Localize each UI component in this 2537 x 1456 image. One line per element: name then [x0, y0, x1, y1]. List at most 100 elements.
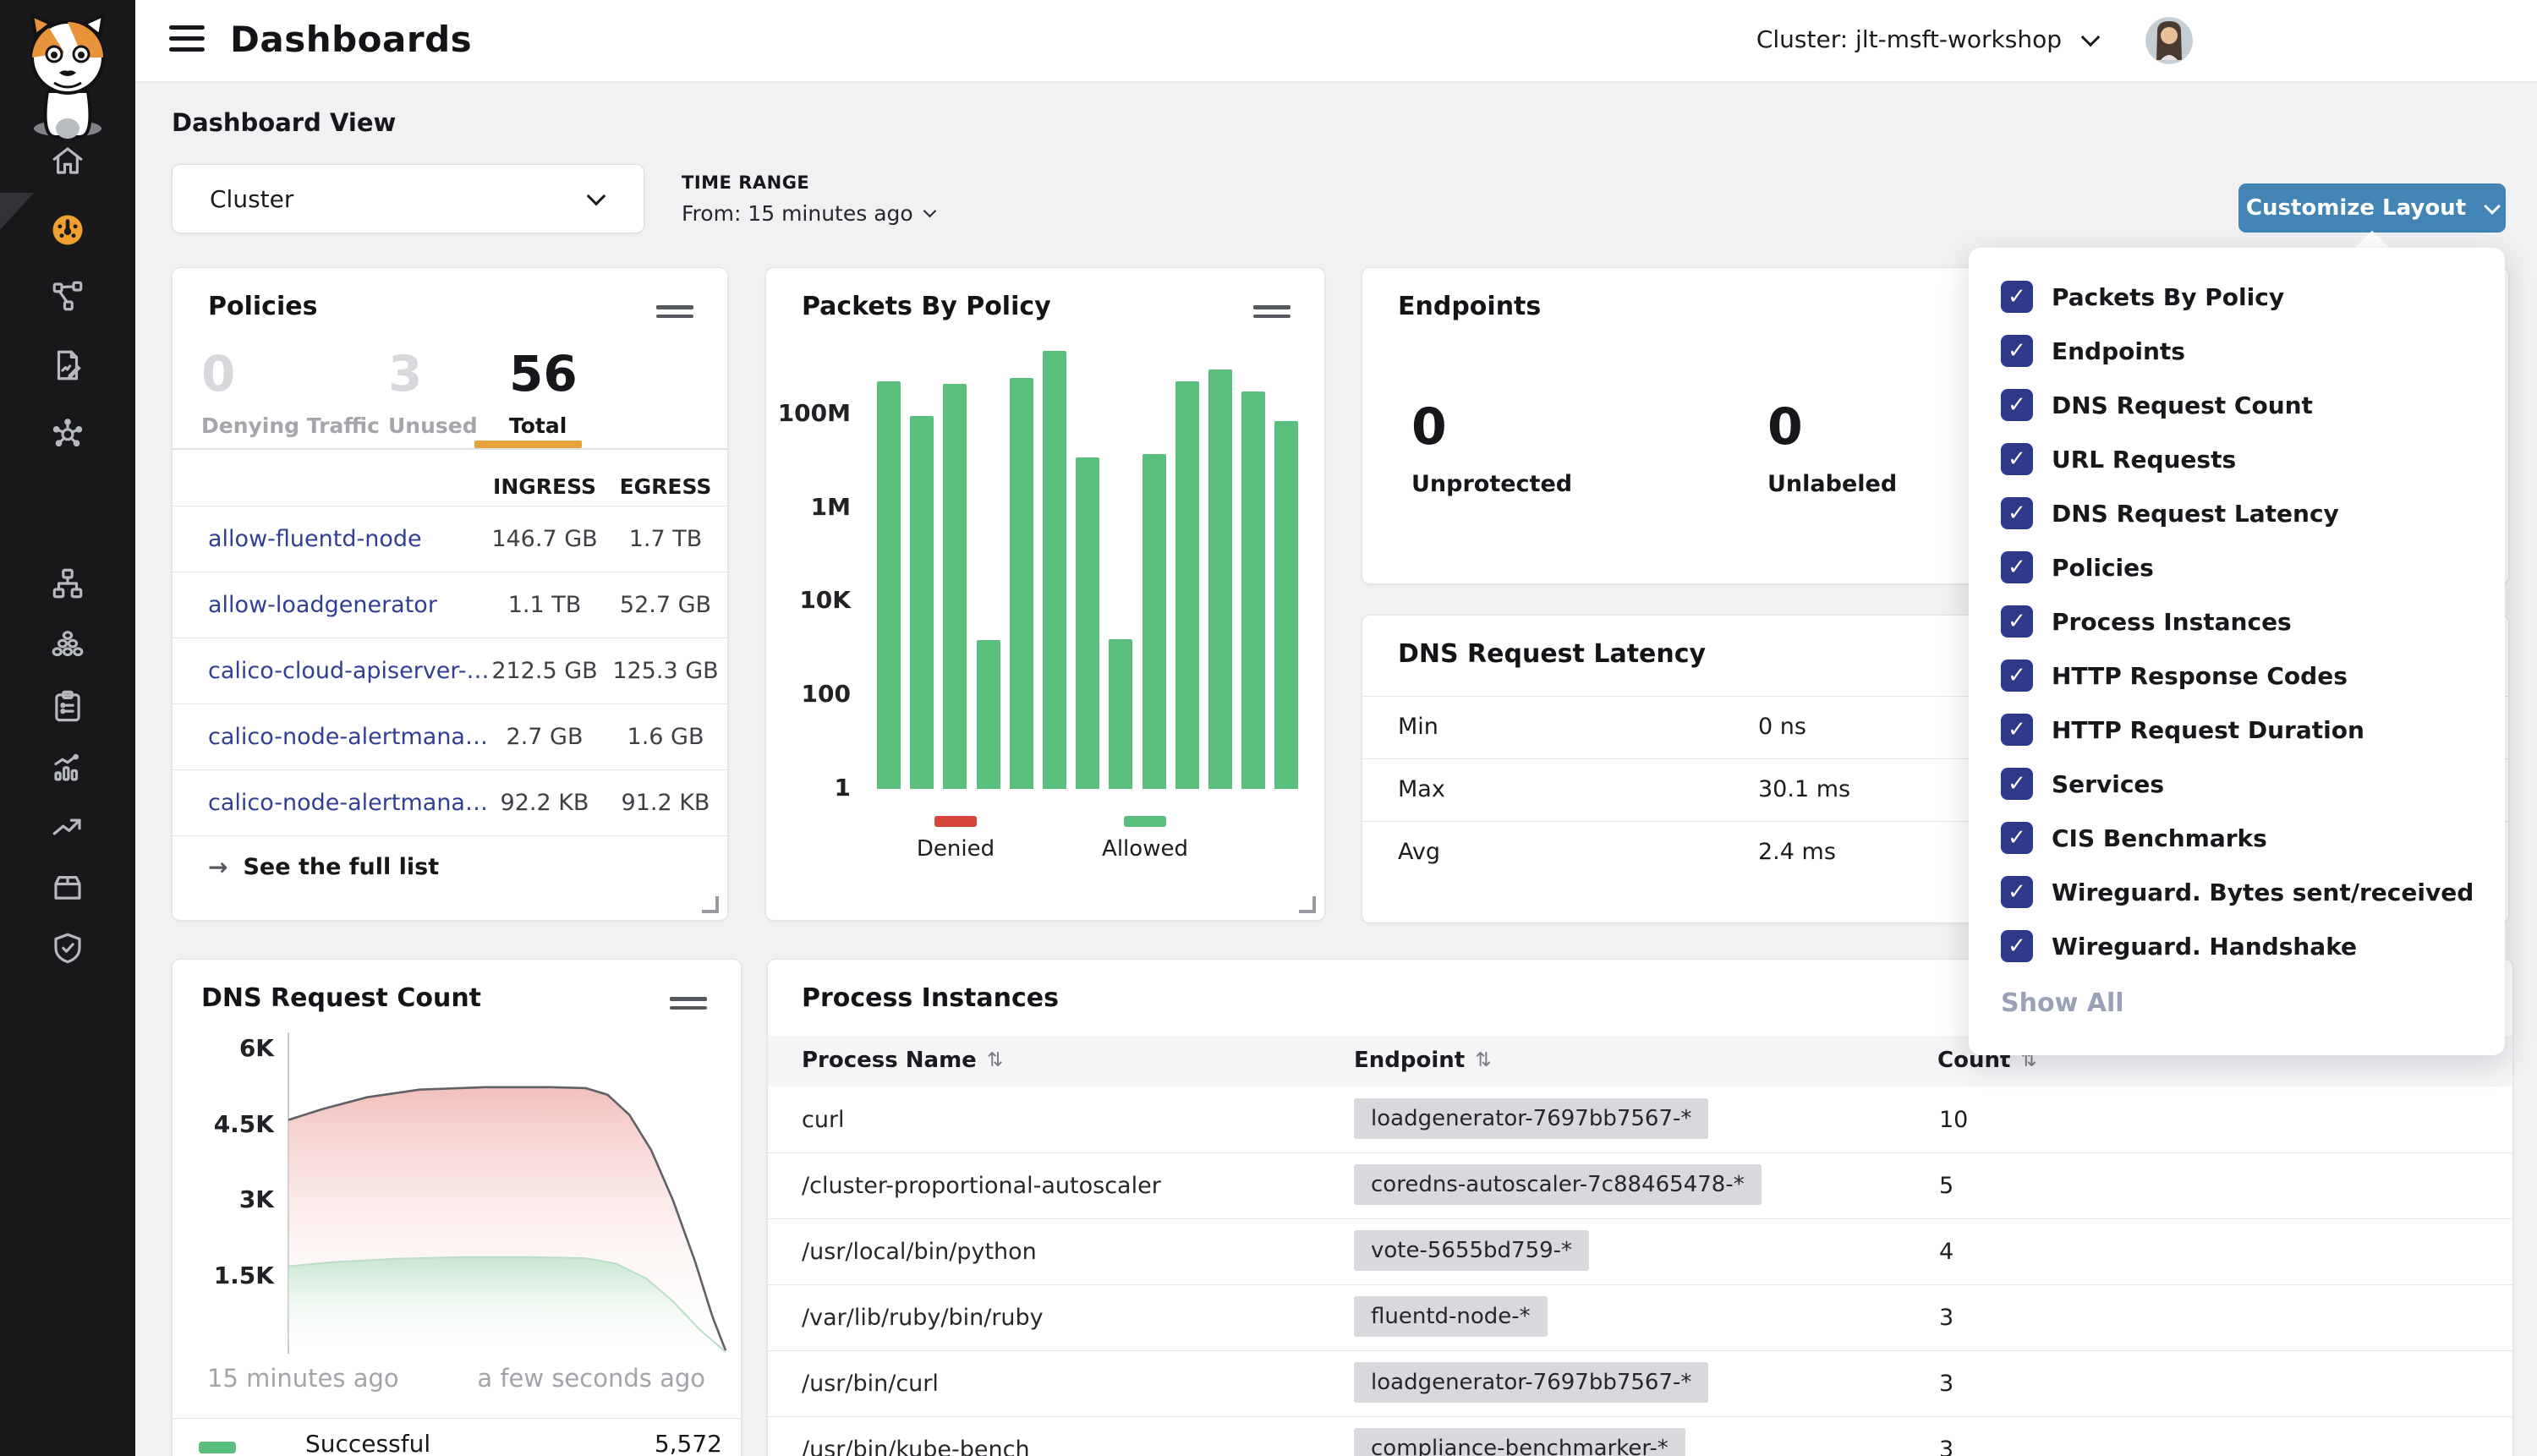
endpoint-chip[interactable]: coredns-autoscaler-7c88465478-* [1354, 1164, 1762, 1205]
policy-row: calico-node-alertmana… 2.7 GB 1.6 GB [173, 703, 727, 770]
dropdown-item-wireguard-bytes[interactable]: ✓ Wireguard. Bytes sent/received [1969, 865, 2505, 919]
checkbox-checked-icon[interactable]: ✓ [2001, 443, 2033, 475]
policy-link[interactable]: calico-node-alertmana… [208, 790, 488, 816]
dropdown-item-url-requests[interactable]: ✓ URL Requests [1969, 432, 2505, 486]
dropdown-item-dns-request-count[interactable]: ✓ DNS Request Count [1969, 378, 2505, 432]
ingress-value: 92.2 KB [477, 790, 612, 816]
endpoint-chip[interactable]: fluentd-node-* [1354, 1296, 1548, 1337]
bar [910, 416, 934, 789]
dropdown-item-http-response-codes[interactable]: ✓ HTTP Response Codes [1969, 649, 2505, 703]
ingress-value: 1.1 TB [477, 592, 612, 618]
time-range: TIME RANGE From: 15 minutes ago [682, 172, 934, 226]
endpoint-chip[interactable]: vote-5655bd759-* [1354, 1230, 1589, 1271]
dropdown-item-dns-request-latency[interactable]: ✓ DNS Request Latency [1969, 486, 2505, 540]
endpoint-chip[interactable]: loadgenerator-7697bb7567-* [1354, 1098, 1708, 1139]
time-range-from[interactable]: From: 15 minutes ago [682, 201, 934, 226]
column-header-process-name[interactable]: Process Name ⇅ [802, 1048, 1003, 1073]
dropdown-item-policies[interactable]: ✓ Policies [1969, 540, 2505, 594]
checkbox-checked-icon[interactable]: ✓ [2001, 335, 2033, 367]
table-row: /usr/bin/kube-bench compliance-benchmark… [768, 1416, 2512, 1456]
show-all-link[interactable]: Show All [2001, 988, 2124, 1018]
policy-link[interactable]: allow-loadgenerator [208, 592, 437, 618]
section-title: Dashboard View [172, 108, 396, 137]
dns-legend-row[interactable]: Successful 5,572 [173, 1430, 741, 1456]
policy-link[interactable]: calico-cloud-apiserver-… [208, 658, 490, 684]
dropdown-item-packets-by-policy[interactable]: ✓ Packets By Policy [1969, 270, 2505, 324]
dropdown-item-wireguard-handshake[interactable]: ✓ Wireguard. Handshake [1969, 919, 2505, 973]
tab-total[interactable]: 56 Total [509, 349, 578, 438]
resize-handle-icon[interactable] [1299, 896, 1316, 913]
sidebar-item-threat-defense[interactable] [0, 917, 135, 978]
bar [977, 640, 1000, 789]
checkbox-checked-icon[interactable]: ✓ [2001, 605, 2033, 638]
checkbox-checked-icon[interactable]: ✓ [2001, 389, 2033, 421]
column-header-egress[interactable]: EGRESS [598, 474, 733, 499]
hamburger-menu-icon[interactable] [169, 25, 205, 56]
see-full-list-link[interactable]: → See the full list [208, 853, 439, 881]
ingress-value: 2.7 GB [477, 724, 612, 750]
process-card-title: Process Instances [802, 983, 1059, 1013]
endpoint-chip[interactable]: compliance-benchmarker-* [1354, 1428, 1685, 1456]
dropdown-item-label: Packets By Policy [2052, 283, 2284, 311]
bar [1208, 369, 1232, 789]
checkbox-checked-icon[interactable]: ✓ [2001, 822, 2033, 854]
y-tick-label: 4.5K [181, 1110, 274, 1138]
service-graph-icon [50, 278, 85, 314]
sidebar-item-network[interactable] [0, 402, 135, 463]
sidebar-item-home[interactable] [0, 130, 135, 191]
process-name: /usr/bin/kube-bench [802, 1437, 1030, 1456]
checkbox-checked-icon[interactable]: ✓ [2001, 497, 2033, 529]
sort-icon[interactable]: ⇅ [987, 1049, 1003, 1071]
egress-value: 91.2 KB [598, 790, 733, 816]
dropdown-item-http-request-duration[interactable]: ✓ HTTP Request Duration [1969, 703, 2505, 757]
dropdown-item-process-instances[interactable]: ✓ Process Instances [1969, 594, 2505, 649]
column-header-endpoint[interactable]: Endpoint ⇅ [1354, 1048, 1492, 1073]
drag-handle-icon[interactable] [656, 305, 693, 319]
tab-unused[interactable]: 3 Unused [388, 349, 478, 438]
tab-value: 0 [201, 349, 380, 398]
endpoint-chip[interactable]: loadgenerator-7697bb7567-* [1354, 1362, 1708, 1403]
policy-link[interactable]: allow-fluentd-node [208, 526, 422, 552]
x-axis-start-label: 15 minutes ago [207, 1364, 399, 1393]
checkbox-checked-icon[interactable]: ✓ [2001, 714, 2033, 746]
dns-request-count-card: DNS Request Count 6K4.5K3K1.5K 15 minute… [172, 959, 742, 1456]
sidebar-item-policies[interactable] [0, 335, 135, 396]
legend-successful-swatch [199, 1442, 236, 1453]
customize-layout-button[interactable]: Customize Layout [2238, 183, 2506, 233]
resize-handle-icon[interactable] [702, 896, 719, 913]
dropdown-item-label: CIS Benchmarks [2052, 824, 2267, 852]
checkbox-checked-icon[interactable]: ✓ [2001, 768, 2033, 800]
dropdown-item-cis-benchmarks[interactable]: ✓ CIS Benchmarks [1969, 811, 2505, 865]
sidebar-item-compliance[interactable] [0, 676, 135, 736]
sort-icon[interactable]: ⇅ [1475, 1049, 1491, 1071]
calico-cat-logo[interactable] [15, 10, 120, 144]
cluster-switcher[interactable]: Cluster: jlt-msft-workshop [1756, 25, 2097, 53]
tab-value: 56 [509, 349, 578, 398]
dropdown-item-services[interactable]: ✓ Services [1969, 757, 2505, 811]
stat-value: 0 [1411, 402, 1572, 452]
checkbox-checked-icon[interactable]: ✓ [2001, 660, 2033, 692]
policy-link[interactable]: calico-node-alertmana… [208, 724, 488, 750]
y-tick-label: 100 [766, 680, 851, 708]
sidebar-item-reports[interactable] [0, 736, 135, 797]
checkbox-checked-icon[interactable]: ✓ [2001, 876, 2033, 908]
sidebar-item-storage[interactable] [0, 857, 135, 917]
dashboard-view-select[interactable]: Cluster [172, 164, 644, 233]
avatar[interactable] [2145, 17, 2193, 64]
checkbox-checked-icon[interactable]: ✓ [2001, 930, 2033, 962]
column-header-ingress[interactable]: INGRESS [477, 474, 612, 499]
process-name: curl [802, 1107, 845, 1133]
divider [173, 448, 727, 450]
sidebar-item-service-graph[interactable] [0, 265, 135, 326]
sidebar-item-activity[interactable] [0, 796, 135, 857]
sidebar-item-managed-clusters[interactable] [0, 553, 135, 614]
checkbox-checked-icon[interactable]: ✓ [2001, 281, 2033, 313]
y-tick-label: 6K [181, 1034, 274, 1062]
sidebar-item-workloads[interactable] [0, 614, 135, 675]
sidebar-item-dashboard[interactable] [0, 200, 135, 260]
chevron-down-icon [587, 187, 606, 206]
tab-denying-traffic[interactable]: 0 Denying Traffic [201, 349, 380, 438]
dropdown-item-label: DNS Request Latency [2052, 500, 2339, 528]
checkbox-checked-icon[interactable]: ✓ [2001, 551, 2033, 583]
dropdown-item-endpoints[interactable]: ✓ Endpoints [1969, 324, 2505, 378]
